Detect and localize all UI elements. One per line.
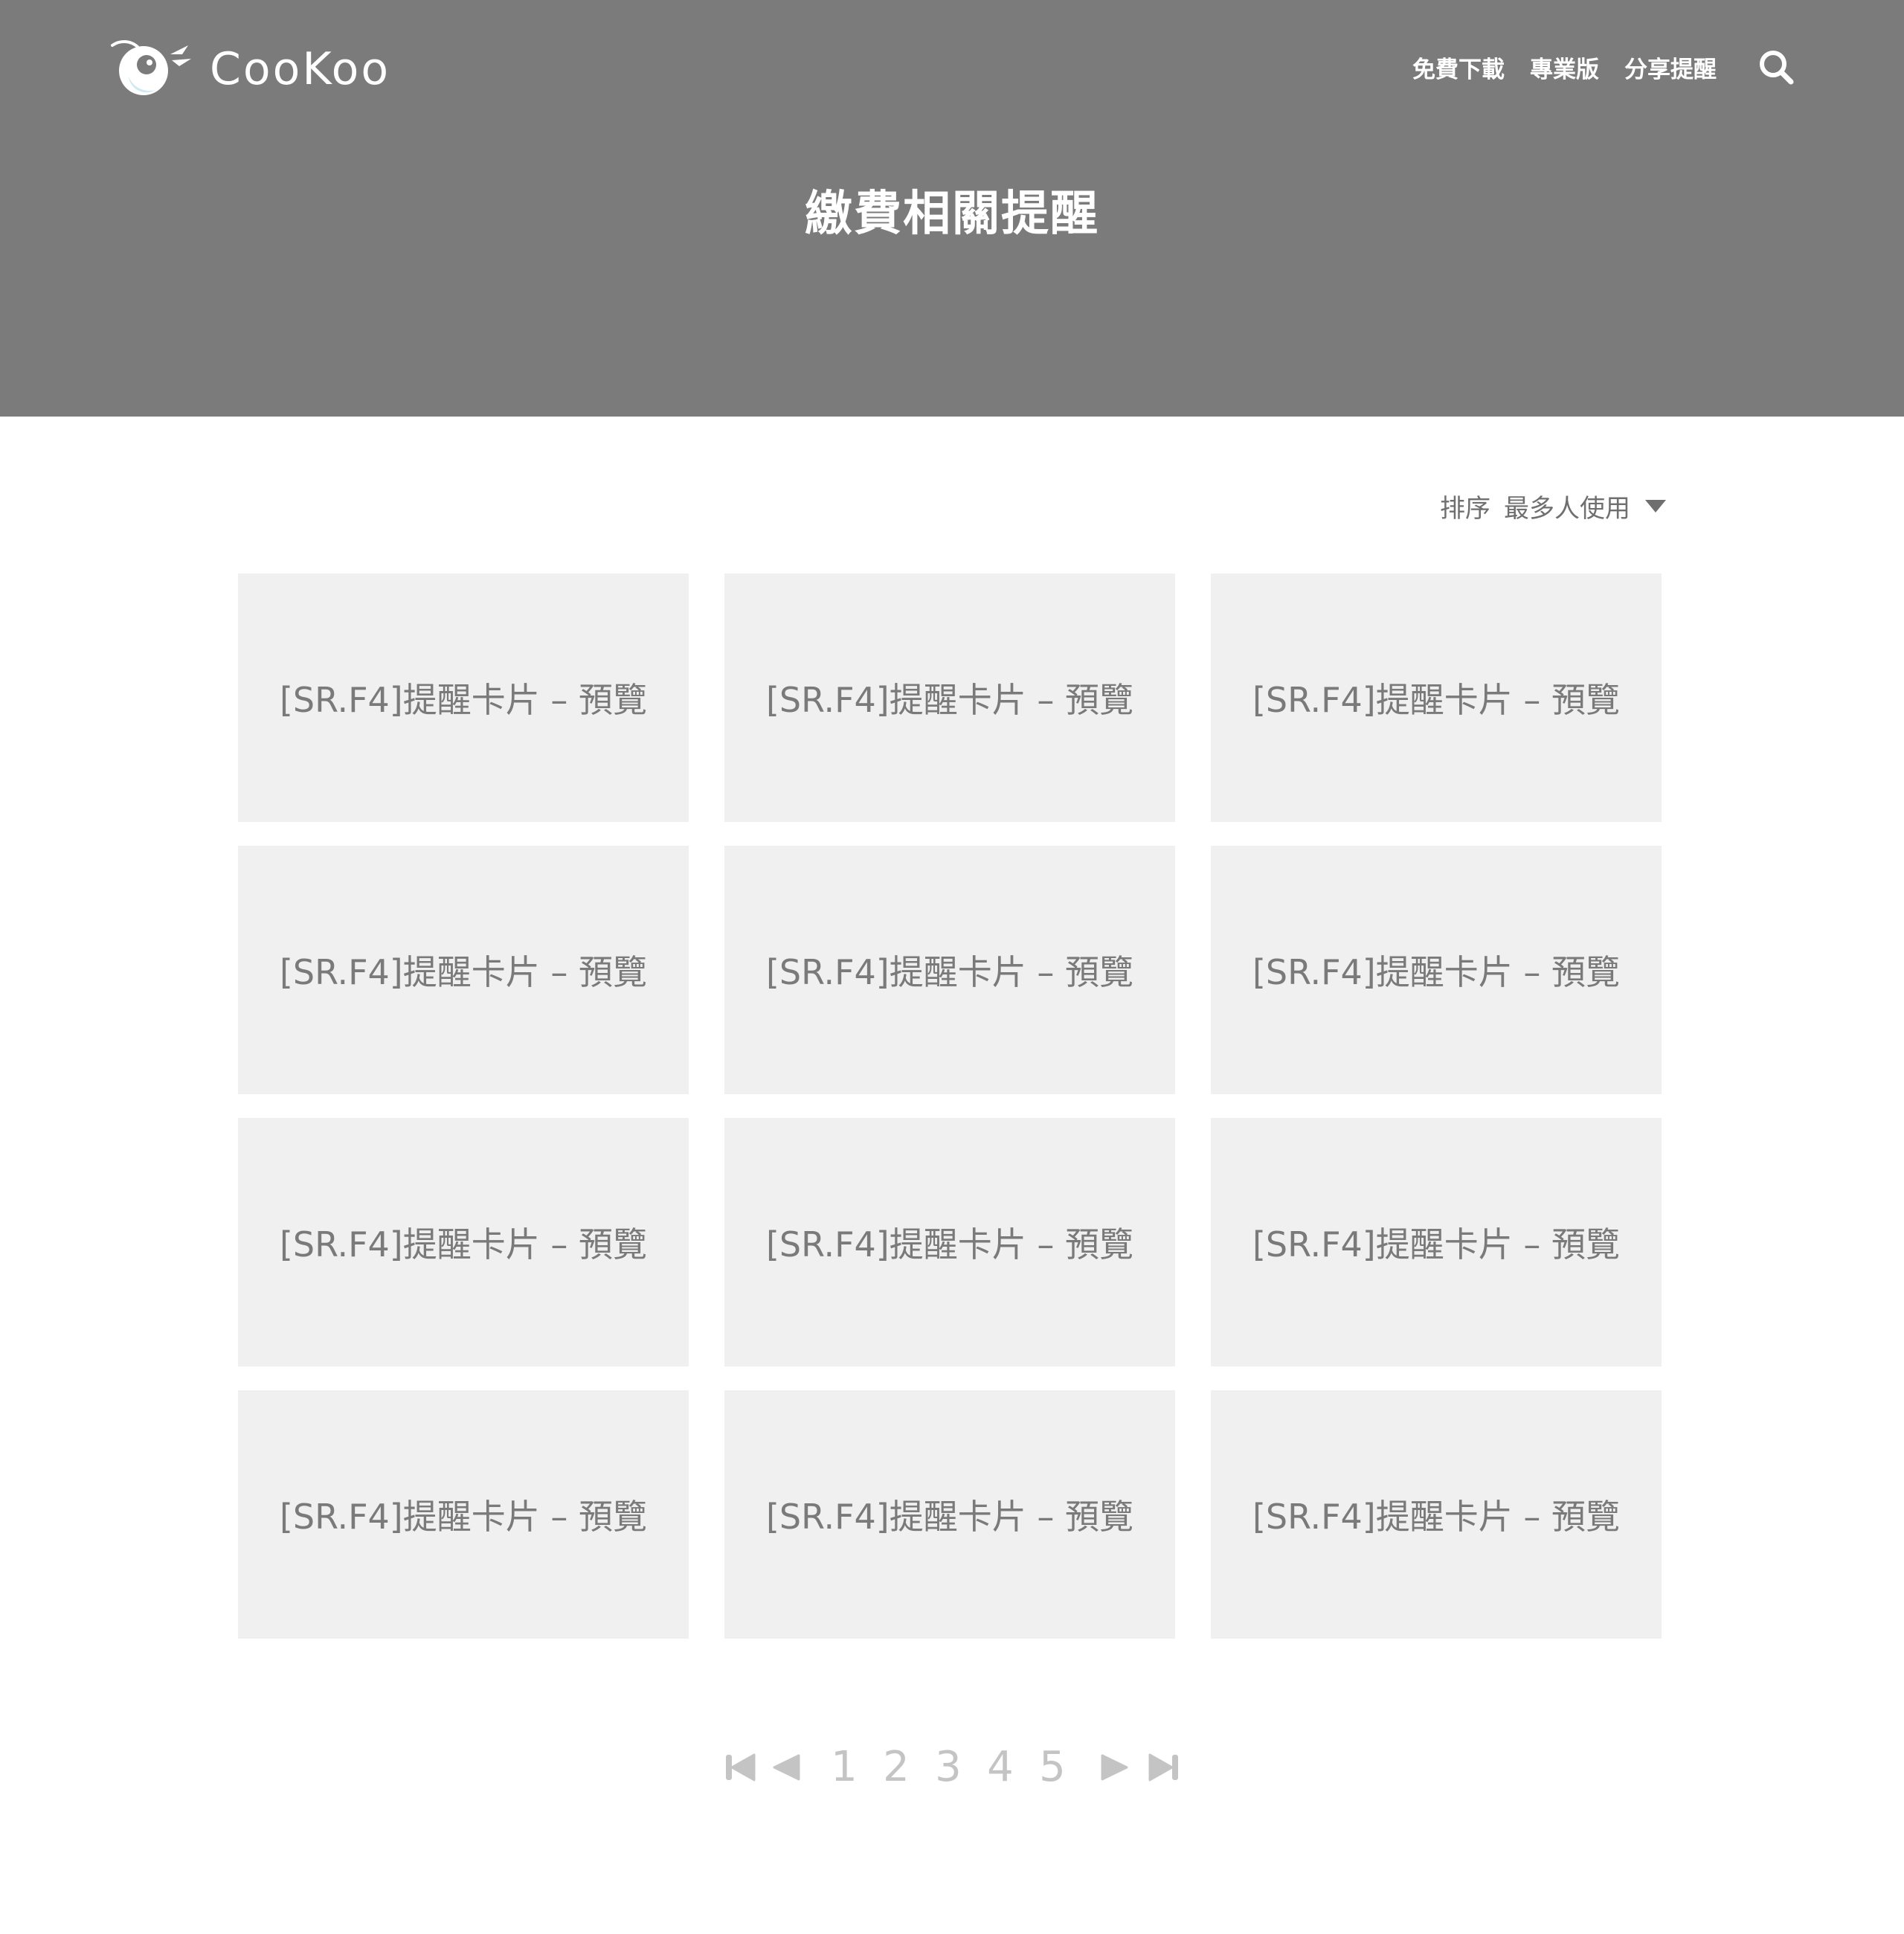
- page-number-5[interactable]: 5: [1026, 1747, 1078, 1788]
- nav-share-reminder[interactable]: 分享提醒: [1624, 51, 1717, 84]
- nav-free-download[interactable]: 免費下載: [1412, 51, 1505, 84]
- first-page-icon: [726, 1753, 756, 1782]
- reminder-card-title: [SR.F4]提醒卡片 – 預覽: [279, 680, 647, 720]
- reminder-card[interactable]: [SR.F4]提醒卡片 – 預覽: [724, 846, 1175, 1094]
- cookoo-bird-logo-icon: [111, 39, 191, 95]
- reminder-card-title: [SR.F4]提醒卡片 – 預覽: [1252, 680, 1620, 720]
- previous-page-button[interactable]: [772, 1754, 800, 1781]
- brand-logo[interactable]: CooKoo: [108, 36, 390, 103]
- sort-dropdown[interactable]: 排序 最多人使用: [1440, 487, 1667, 524]
- reminder-card-title: [SR.F4]提醒卡片 – 預覽: [765, 680, 1133, 720]
- sort-label: 排序: [1440, 493, 1490, 524]
- last-page-icon: [1148, 1753, 1178, 1782]
- nav-pro-version[interactable]: 專業版: [1530, 51, 1599, 84]
- hero-header: CooKoo 免費下載 專業版 分享提醒 繳費相關提醒: [0, 0, 1904, 417]
- next-page-button[interactable]: [1101, 1754, 1129, 1781]
- reminder-card-title: [SR.F4]提醒卡片 – 預覽: [279, 1224, 647, 1265]
- caret-down-icon: [1645, 500, 1666, 513]
- page-number-2[interactable]: 2: [870, 1747, 922, 1788]
- reminder-card-grid: [SR.F4]提醒卡片 – 預覽 [SR.F4]提醒卡片 – 預覽 [SR.F4…: [238, 574, 1662, 1639]
- reminder-card[interactable]: [SR.F4]提醒卡片 – 預覽: [1211, 1390, 1662, 1639]
- pagination: 1 2 3 4 5: [0, 1741, 1904, 1794]
- reminder-card[interactable]: [SR.F4]提醒卡片 – 預覽: [1211, 1118, 1662, 1366]
- reminder-card[interactable]: [SR.F4]提醒卡片 – 預覽: [238, 846, 689, 1094]
- last-page-button[interactable]: [1148, 1753, 1180, 1782]
- reminder-card[interactable]: [SR.F4]提醒卡片 – 預覽: [1211, 846, 1662, 1094]
- search-icon: [1760, 51, 1794, 85]
- reminder-card[interactable]: [SR.F4]提醒卡片 – 預覽: [724, 1118, 1175, 1366]
- reminder-card-title: [SR.F4]提醒卡片 – 預覽: [279, 1497, 647, 1537]
- reminder-card-title: [SR.F4]提醒卡片 – 預覽: [1252, 1224, 1620, 1265]
- brand-name: CooKoo: [210, 43, 391, 95]
- reminder-card[interactable]: [SR.F4]提醒卡片 – 預覽: [1211, 574, 1662, 822]
- reminder-card-title: [SR.F4]提醒卡片 – 預覽: [765, 1224, 1133, 1265]
- reminder-card-title: [SR.F4]提醒卡片 – 預覽: [1252, 1497, 1620, 1537]
- reminder-card[interactable]: [SR.F4]提醒卡片 – 預覽: [238, 1118, 689, 1366]
- next-page-icon: [1101, 1754, 1128, 1781]
- reminder-card[interactable]: [SR.F4]提醒卡片 – 預覽: [724, 574, 1175, 822]
- reminder-card[interactable]: [SR.F4]提醒卡片 – 預覽: [238, 1390, 689, 1639]
- page-number-3[interactable]: 3: [922, 1747, 974, 1788]
- reminder-card[interactable]: [SR.F4]提醒卡片 – 預覽: [238, 574, 689, 822]
- top-nav: 免費下載 專業版 分享提醒: [1412, 41, 1797, 93]
- page-number-1[interactable]: 1: [818, 1747, 870, 1788]
- page-number-4[interactable]: 4: [974, 1747, 1026, 1788]
- reminder-card-title: [SR.F4]提醒卡片 – 預覽: [765, 952, 1133, 992]
- reminder-card-title: [SR.F4]提醒卡片 – 預覽: [765, 1497, 1133, 1537]
- previous-page-icon: [773, 1754, 800, 1781]
- page-title: 繳費相關提醒: [805, 187, 1099, 242]
- reminder-card-title: [SR.F4]提醒卡片 – 預覽: [1252, 952, 1620, 992]
- sort-selected-value: 最多人使用: [1504, 493, 1630, 524]
- reminder-card[interactable]: [SR.F4]提醒卡片 – 預覽: [724, 1390, 1175, 1639]
- reminder-card-title: [SR.F4]提醒卡片 – 預覽: [279, 952, 647, 992]
- first-page-button[interactable]: [724, 1753, 756, 1782]
- search-button[interactable]: [1755, 46, 1797, 88]
